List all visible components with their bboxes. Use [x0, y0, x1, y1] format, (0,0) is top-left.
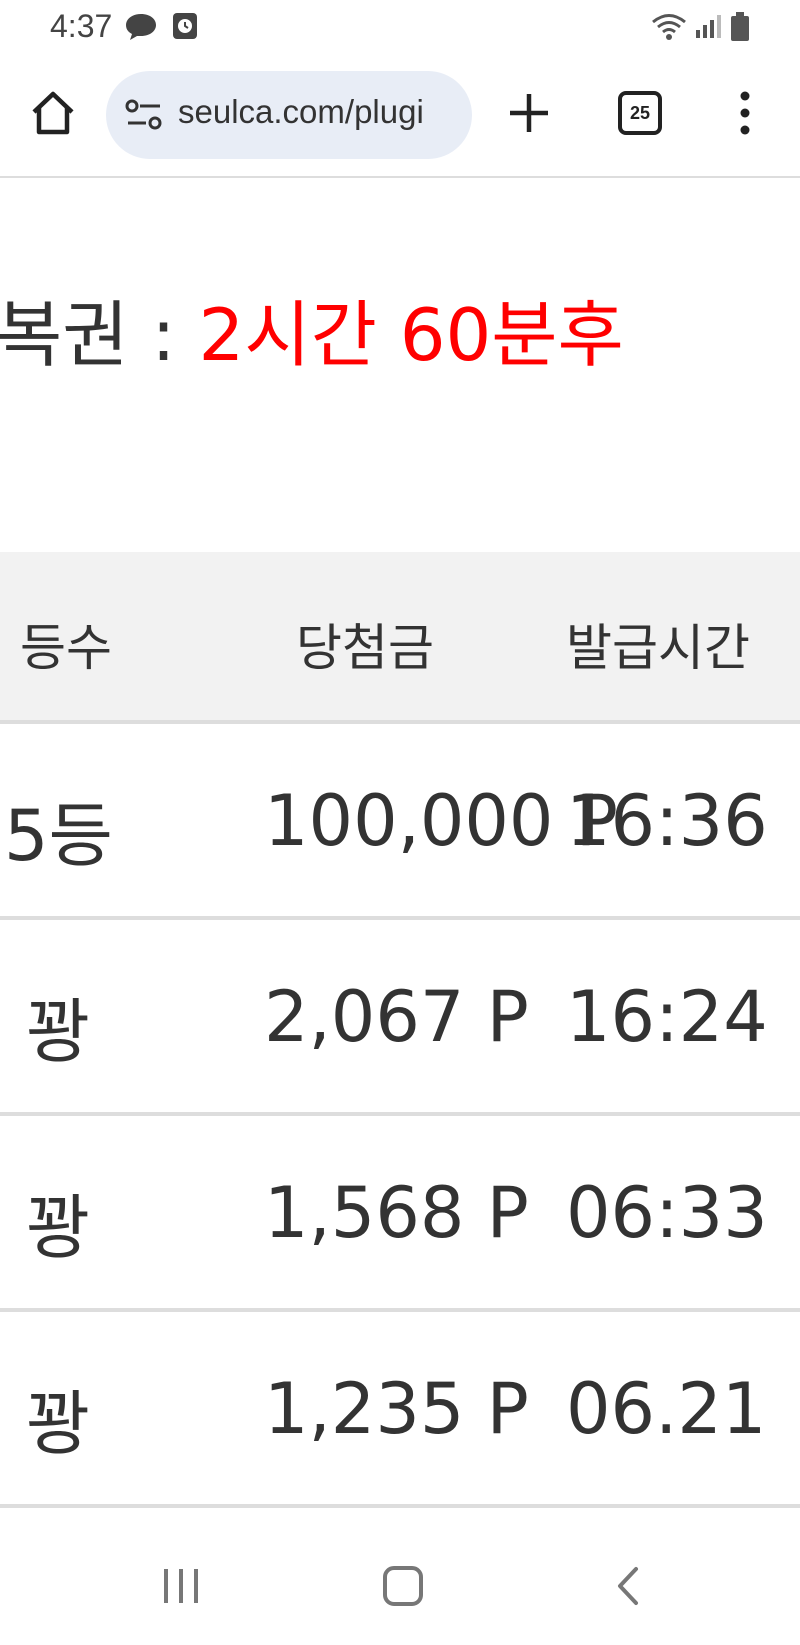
row-rank: 5등: [4, 795, 113, 877]
row-prize: 1,235 P: [264, 1368, 529, 1450]
address-bar[interactable]: seulca.com/plugi: [106, 71, 472, 159]
row-prize: 2,067 P: [264, 976, 529, 1058]
row-rank: 꽝: [26, 991, 91, 1073]
table-row: 꽝 1,235 P 06.21: [0, 1312, 800, 1508]
row-time: 06:33: [566, 1172, 768, 1254]
back-icon[interactable]: [604, 1561, 654, 1611]
countdown-label: 복권 :: [0, 293, 199, 377]
header-rank: 등수: [20, 619, 112, 677]
url-text[interactable]: seulca.com/plugi: [178, 93, 424, 131]
recent-apps-icon[interactable]: [156, 1561, 206, 1611]
system-nav-bar: [0, 1527, 800, 1645]
row-rank: 꽝: [26, 1187, 91, 1269]
header-prize: 당첨금: [296, 619, 434, 677]
lottery-results-table: 등수 당첨금 발급시간 5등 100,000 P 16:36 꽝 2,067 P…: [0, 552, 800, 1508]
table-header: 등수 당첨금 발급시간: [0, 552, 800, 724]
countdown-value: 2시간 60분후: [198, 293, 624, 377]
lottery-countdown: 복권 : 2시간 60분후: [0, 290, 624, 380]
status-time: 4:37: [50, 8, 113, 44]
more-vert-icon[interactable]: [730, 90, 760, 136]
plus-icon[interactable]: [506, 90, 552, 136]
cell-signal-icon: [696, 15, 721, 38]
row-time: 16:24: [566, 976, 768, 1058]
wifi-icon: [652, 14, 686, 40]
status-bar: 4:37: [0, 0, 800, 54]
tab-count: 25: [629, 103, 651, 123]
home-icon[interactable]: [28, 88, 78, 138]
clock-app-icon: [173, 13, 197, 39]
table-row: 꽝 2,067 P 16:24: [0, 920, 800, 1116]
table-row: 5등 100,000 P 16:36: [0, 724, 800, 920]
row-prize: 1,568 P: [264, 1172, 529, 1254]
table-row: 꽝 1,568 P 06:33: [0, 1116, 800, 1312]
row-time: 16:36: [566, 780, 768, 862]
browser-toolbar: seulca.com/plugi 25: [0, 54, 800, 178]
row-rank: 꽝: [26, 1383, 91, 1465]
tab-switcher-icon[interactable]: 25: [618, 91, 662, 135]
row-prize: 100,000 P: [264, 780, 618, 862]
row-time: 06.21: [566, 1368, 767, 1450]
header-issued-time: 발급시간: [566, 619, 750, 677]
home-nav-icon[interactable]: [378, 1561, 428, 1611]
chat-bubble-icon: [126, 14, 156, 40]
site-info-icon[interactable]: [124, 97, 164, 133]
battery-icon: [731, 12, 749, 41]
